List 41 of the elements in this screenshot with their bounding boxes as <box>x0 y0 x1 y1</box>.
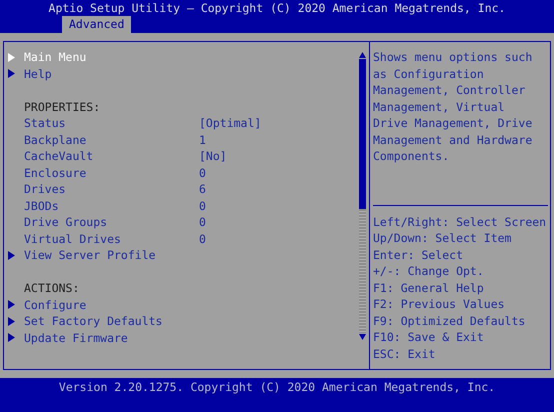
property-label: Enclosure <box>24 164 88 181</box>
property-value[interactable]: [Optimal] <box>199 115 262 132</box>
key-hint: ESC: Exit <box>373 346 436 362</box>
menu-item[interactable]: Update Firmware <box>24 330 128 346</box>
property-label: CacheVault <box>24 148 94 164</box>
scroll-up-icon[interactable] <box>358 51 366 59</box>
key-hint: F2: Previous Values <box>373 296 506 312</box>
help-description: Shows menu options such as Configuration Management, Controller Management, Virtual Drive Management, Drive Management and Hardware Components. <box>373 49 534 164</box>
key-hint: F9: Optimized Defaults <box>373 312 526 329</box>
key-hint: F10: Save & Exit <box>373 329 485 346</box>
property-label: Backplane <box>24 132 88 148</box>
triangle-icon <box>8 250 15 260</box>
property-value: 0 <box>199 164 206 181</box>
property-value[interactable]: [No] <box>199 148 227 164</box>
property-label: Drives <box>24 181 67 198</box>
key-hint: F1: General Help <box>373 280 485 296</box>
property-value: 1 <box>199 132 206 148</box>
menu-item[interactable]: Help <box>24 66 52 82</box>
property-value: 0 <box>199 214 206 230</box>
scroll-down-icon[interactable] <box>358 333 366 341</box>
property-value: 0 <box>199 198 206 214</box>
menu-item[interactable]: Main Menu <box>24 49 86 66</box>
key-hint: Up/Down: Select Item <box>373 230 512 246</box>
property-value: 6 <box>199 181 206 198</box>
property-label: Virtual Drives <box>24 230 122 247</box>
menu-item[interactable]: View Server Profile <box>24 247 156 264</box>
scrollbar[interactable] <box>358 59 366 333</box>
version-text: Version 2.20.1275. Copyright (C) 2020 American Megatrends, Inc. <box>58 380 496 394</box>
section-header: ACTIONS: <box>24 280 80 296</box>
property-label: Status <box>24 115 67 132</box>
window-title: Aptio Setup Utility – Copyright (C) 2020 American Megatrends, Inc. <box>48 0 506 16</box>
property-value: 0 <box>199 230 206 247</box>
menu-item[interactable]: Set Factory Defaults <box>24 313 162 330</box>
tab[interactable]: Advanced <box>62 16 132 33</box>
property-label: JBODs <box>24 198 60 214</box>
key-hint: Enter: Select <box>373 246 464 263</box>
section-header: PROPERTIES: <box>24 98 100 115</box>
menu-item[interactable]: Configure <box>24 296 86 313</box>
property-label: Drive Groups <box>24 214 108 230</box>
key-hint: Left/Right: Select Screen <box>373 214 548 230</box>
key-hint: +/-: Change Opt. <box>373 263 485 280</box>
